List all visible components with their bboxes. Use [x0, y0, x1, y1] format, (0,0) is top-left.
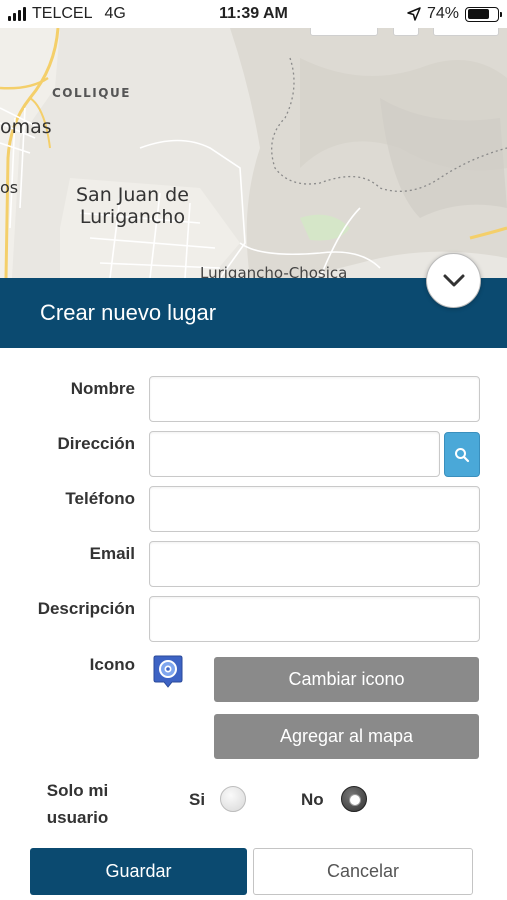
add-to-map-button[interactable]: Agregar al mapa	[214, 714, 479, 759]
descripcion-label: Descripción	[37, 599, 135, 618]
solo-usuario-label: Solo mi usuario	[20, 777, 135, 831]
radio-si[interactable]	[220, 786, 246, 812]
radio-no-label: No	[301, 790, 324, 809]
solo-label-line1: Solo mi	[46, 781, 109, 800]
map-label-omas: omas	[0, 116, 52, 138]
telefono-field[interactable]	[149, 486, 480, 532]
place-marker-icon	[153, 655, 183, 688]
address-search-button[interactable]	[444, 432, 480, 477]
map-label-collique: COLLIQUE	[52, 86, 131, 100]
map-control-3[interactable]	[433, 28, 499, 36]
map-view[interactable]: COLLIQUE omas os San Juan de Lurigancho …	[0, 28, 507, 278]
map-label-sjl-line2: Lurigancho	[79, 206, 186, 228]
map-control-2[interactable]	[393, 28, 419, 36]
battery-percent: 74%	[426, 5, 459, 22]
radio-si-label: Si	[189, 790, 206, 809]
nombre-label: Nombre	[70, 379, 135, 398]
panel-title: Crear nuevo lugar	[40, 300, 217, 325]
email-field[interactable]	[149, 541, 480, 587]
battery-icon	[465, 6, 502, 22]
radio-no[interactable]	[341, 786, 367, 812]
collapse-panel-button[interactable]	[426, 253, 481, 308]
status-right: 74%	[407, 5, 502, 23]
icono-label: Icono	[89, 655, 135, 674]
search-icon	[455, 447, 470, 462]
save-button[interactable]: Guardar	[30, 848, 247, 895]
map-label-san-juan: San Juan de Lurigancho	[76, 184, 189, 228]
telefono-label: Teléfono	[65, 489, 135, 508]
descripcion-field[interactable]	[149, 596, 480, 642]
map-terrain	[0, 28, 507, 278]
map-label-chosica: Lurigancho-Chosica	[200, 264, 348, 278]
chevron-down-icon	[443, 274, 464, 286]
map-label-sjl-line1: San Juan de	[76, 184, 189, 206]
direccion-label: Dirección	[57, 434, 135, 453]
map-label-os: os	[0, 178, 19, 197]
map-control-1[interactable]	[310, 28, 378, 36]
location-arrow-icon	[407, 7, 421, 21]
direccion-field[interactable]	[149, 431, 440, 477]
nombre-field[interactable]	[149, 376, 480, 422]
cancel-button[interactable]: Cancelar	[253, 848, 473, 895]
change-icon-button[interactable]: Cambiar icono	[214, 657, 479, 702]
email-label: Email	[89, 544, 135, 563]
solo-label-line2: usuario	[46, 808, 109, 827]
status-bar: TELCEL 4G 11:39 AM 74%	[0, 0, 507, 28]
